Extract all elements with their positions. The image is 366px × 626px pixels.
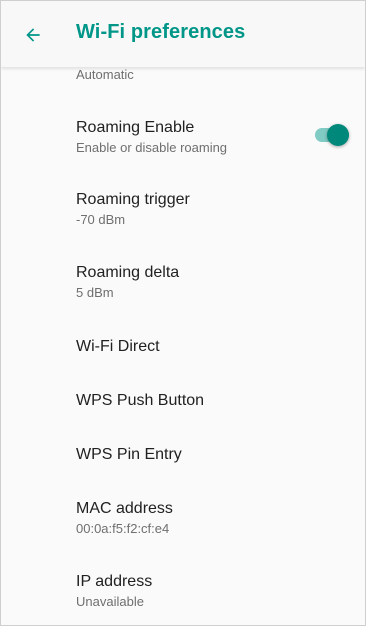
list-item-roaming-enable[interactable]: Roaming Enable Enable or disable roaming bbox=[1, 109, 365, 169]
screen: Wi-Fi preferences Automatic Roaming Enab… bbox=[0, 0, 366, 626]
list-item-wps-pin-entry[interactable]: WPS Pin Entry bbox=[1, 431, 365, 481]
app-bar: Wi-Fi preferences bbox=[1, 1, 365, 67]
list-item-roaming-trigger[interactable]: Roaming trigger -70 dBm bbox=[1, 181, 365, 241]
list-item-summary: -70 dBm bbox=[76, 212, 126, 227]
roaming-enable-switch[interactable] bbox=[315, 124, 349, 146]
list-item-mac-address[interactable]: MAC address 00:0a:f5:f2:cf:e4 bbox=[1, 490, 365, 550]
back-button[interactable] bbox=[17, 19, 49, 51]
list-item-summary: 5 dBm bbox=[76, 285, 114, 300]
list-item-wps-push-button[interactable]: WPS Push Button bbox=[1, 377, 365, 427]
list-item-title: MAC address bbox=[76, 500, 173, 517]
list-item-summary: Automatic bbox=[76, 67, 134, 82]
list-item-roaming-delta[interactable]: Roaming delta 5 dBm bbox=[1, 254, 365, 314]
list-item-title: WPS Pin Entry bbox=[76, 446, 182, 463]
list-item-title: Roaming Enable bbox=[76, 119, 195, 136]
page-title: Wi-Fi preferences bbox=[76, 21, 246, 43]
settings-list[interactable]: Automatic Roaming Enable Enable or disab… bbox=[1, 1, 365, 625]
list-item-title: Roaming delta bbox=[76, 264, 180, 281]
list-item-summary: 00:0a:f5:f2:cf:e4 bbox=[76, 521, 170, 536]
list-item-title: IP address bbox=[76, 573, 153, 590]
list-item-title: WPS Push Button bbox=[76, 392, 205, 409]
list-item-title: Wi-Fi Direct bbox=[76, 338, 160, 355]
list-item-title: Roaming trigger bbox=[76, 191, 190, 208]
arrow-back-icon bbox=[26, 28, 40, 42]
list-item-summary: Enable or disable roaming bbox=[76, 140, 228, 155]
switch-thumb bbox=[327, 124, 349, 146]
list-item-ip-address[interactable]: IP address Unavailable bbox=[1, 563, 365, 621]
list-item-wifi-direct[interactable]: Wi-Fi Direct bbox=[1, 323, 365, 373]
list-item-summary: Unavailable bbox=[76, 594, 144, 609]
